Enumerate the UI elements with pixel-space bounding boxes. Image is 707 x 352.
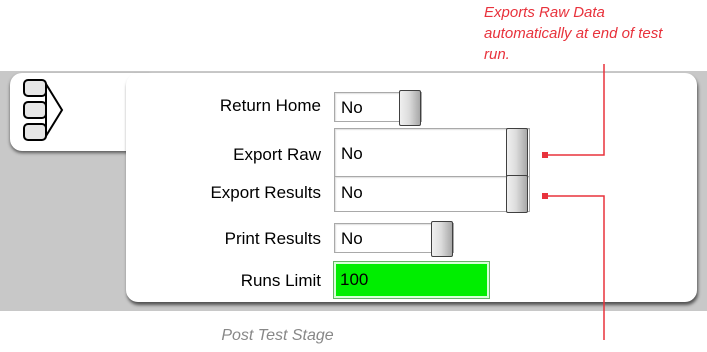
figure-caption-text: Post Test Stage xyxy=(221,327,334,344)
figure-caption: Post Test Stage xyxy=(0,327,707,345)
callout-leader-lines xyxy=(542,64,605,340)
post-test-stage-figure: Return Home No Export Raw No Export Resu… xyxy=(0,0,707,352)
